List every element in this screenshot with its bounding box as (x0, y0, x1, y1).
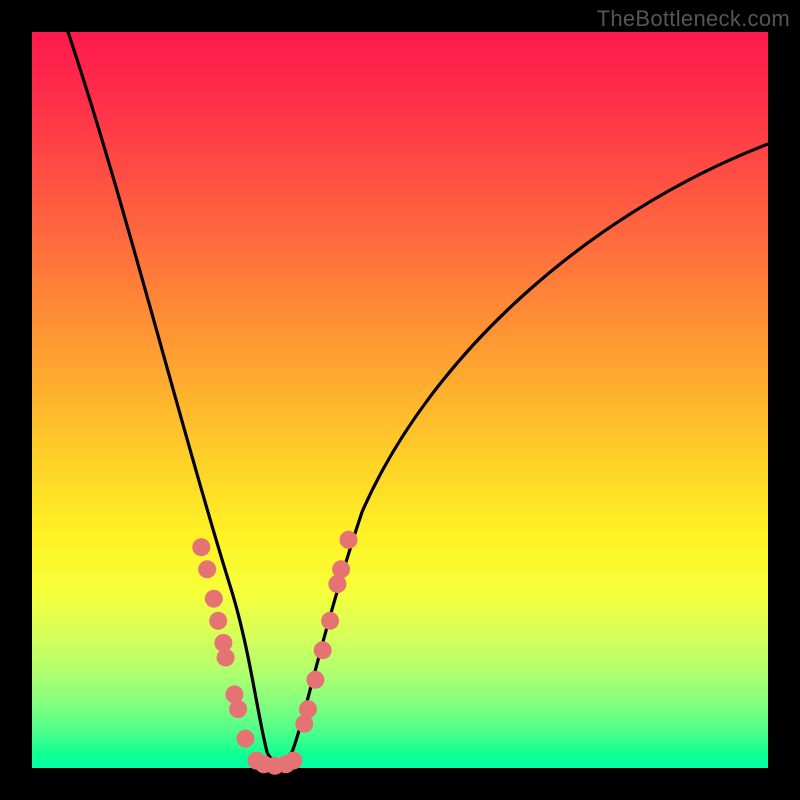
marker-dot (321, 612, 339, 630)
marker-dot (236, 730, 254, 748)
watermark-text: TheBottleneck.com (597, 6, 790, 32)
curve-group (68, 32, 768, 762)
marker-dot (229, 700, 247, 718)
plot-area (32, 32, 768, 768)
bottleneck-curve (68, 32, 768, 762)
marker-dot (314, 641, 332, 659)
marker-dot (306, 671, 324, 689)
marker-dot (284, 752, 302, 770)
marker-dot (299, 700, 317, 718)
marker-dot (209, 612, 227, 630)
marker-dot (332, 560, 350, 578)
marker-dot (192, 538, 210, 556)
outer-frame: TheBottleneck.com (0, 0, 800, 800)
marker-dot (205, 590, 223, 608)
marker-dots (192, 531, 357, 775)
curve-svg (32, 32, 768, 768)
marker-dot (340, 531, 358, 549)
marker-dot (198, 560, 216, 578)
marker-dot (217, 649, 235, 667)
